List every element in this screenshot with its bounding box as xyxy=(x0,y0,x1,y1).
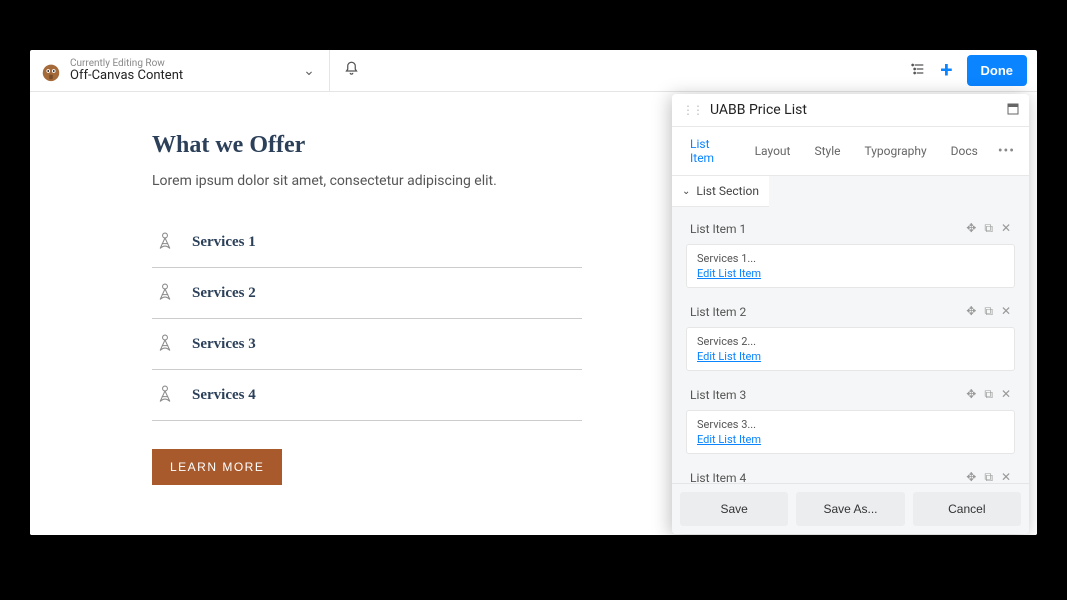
move-icon[interactable]: ✥ xyxy=(966,221,976,236)
edit-list-item-link[interactable]: Edit List Item xyxy=(697,350,1004,363)
window-icon[interactable] xyxy=(1007,103,1019,118)
yoga-icon xyxy=(152,280,178,306)
close-icon[interactable]: ✕ xyxy=(1001,387,1011,402)
close-icon[interactable]: ✕ xyxy=(1001,221,1011,236)
list-item-desc: Services 2... xyxy=(697,335,756,348)
list-item-desc: Services 3... xyxy=(697,418,756,431)
duplicate-icon[interactable]: ⧉ xyxy=(984,387,993,402)
section-label: List Section xyxy=(696,184,759,198)
tab-layout[interactable]: Layout xyxy=(743,134,803,168)
list-item: List Item 3 ✥ ⧉ ✕ Services 3... Edit Lis… xyxy=(680,379,1021,454)
list-item-card: Services 3... Edit List Item xyxy=(686,410,1015,454)
service-label: Services 3 xyxy=(192,336,256,353)
yoga-icon xyxy=(152,382,178,408)
tab-style[interactable]: Style xyxy=(802,134,852,168)
tab-typography[interactable]: Typography xyxy=(853,134,939,168)
tab-list-item[interactable]: List Item xyxy=(678,127,743,175)
service-row[interactable]: Services 2 xyxy=(152,268,582,319)
divider xyxy=(329,50,330,92)
add-icon[interactable]: + xyxy=(940,60,952,82)
drag-handle-icon[interactable]: ⋮⋮ xyxy=(682,103,702,117)
save-as-button[interactable]: Save As... xyxy=(796,492,904,526)
panel-tabs: List Item Layout Style Typography Docs •… xyxy=(672,127,1029,176)
topbar-titles: Currently Editing Row Off-Canvas Content xyxy=(70,58,183,83)
service-label: Services 1 xyxy=(192,234,256,251)
service-label: Services 2 xyxy=(192,285,256,302)
app-window: Currently Editing Row Off-Canvas Content… xyxy=(30,50,1037,535)
done-button[interactable]: Done xyxy=(967,55,1028,86)
list-item-card: Services 2... Edit List Item xyxy=(686,327,1015,371)
section-toggle[interactable]: ⌄ List Section xyxy=(672,176,769,207)
list-item-title: List Item 1 xyxy=(690,222,966,236)
save-button[interactable]: Save xyxy=(680,492,788,526)
service-row[interactable]: Services 4 xyxy=(152,370,582,421)
duplicate-icon[interactable]: ⧉ xyxy=(984,470,993,483)
service-row[interactable]: Services 1 xyxy=(152,217,582,268)
beaver-logo-icon xyxy=(40,60,62,82)
panel-body: List Item 1 ✥ ⧉ ✕ Services 1... Edit Lis… xyxy=(672,207,1029,483)
chevron-down-icon: ⌄ xyxy=(682,186,690,197)
services-list: Services 1 Services 2 Services 3 Service… xyxy=(152,217,582,421)
edit-list-item-link[interactable]: Edit List Item xyxy=(697,433,1004,446)
service-row[interactable]: Services 3 xyxy=(152,319,582,370)
list-item-card: Services 1... Edit List Item xyxy=(686,244,1015,288)
panel-title: UABB Price List xyxy=(710,102,1007,118)
bell-icon[interactable] xyxy=(344,61,359,80)
list-item: List Item 1 ✥ ⧉ ✕ Services 1... Edit Lis… xyxy=(680,213,1021,288)
move-icon[interactable]: ✥ xyxy=(966,304,976,319)
list-item-title: List Item 3 xyxy=(690,388,966,402)
settings-panel: ⋮⋮ UABB Price List List Item Layout Styl… xyxy=(672,94,1029,534)
move-icon[interactable]: ✥ xyxy=(966,470,976,483)
service-label: Services 4 xyxy=(192,387,256,404)
list-item-title: List Item 2 xyxy=(690,305,966,319)
panel-header: ⋮⋮ UABB Price List xyxy=(672,94,1029,127)
learn-more-button[interactable]: LEARN MORE xyxy=(152,449,282,485)
yoga-icon xyxy=(152,229,178,255)
panel-footer: Save Save As... Cancel xyxy=(672,483,1029,534)
edit-list-item-link[interactable]: Edit List Item xyxy=(697,267,1004,280)
close-icon[interactable]: ✕ xyxy=(1001,304,1011,319)
close-icon[interactable]: ✕ xyxy=(1001,470,1011,483)
list-item-title: List Item 4 xyxy=(690,471,966,484)
list-item: List Item 2 ✥ ⧉ ✕ Services 2... Edit Lis… xyxy=(680,296,1021,371)
page-title: Off-Canvas Content xyxy=(70,69,183,83)
move-icon[interactable]: ✥ xyxy=(966,387,976,402)
list-item: List Item 4 ✥ ⧉ ✕ Services 4... Edit Lis… xyxy=(680,462,1021,483)
chevron-down-icon[interactable]: ⌄ xyxy=(303,63,315,79)
more-tabs-icon[interactable]: ••• xyxy=(990,133,1023,169)
duplicate-icon[interactable]: ⧉ xyxy=(984,221,993,236)
outline-icon[interactable] xyxy=(910,61,926,81)
duplicate-icon[interactable]: ⧉ xyxy=(984,304,993,319)
cancel-button[interactable]: Cancel xyxy=(913,492,1021,526)
yoga-icon xyxy=(152,331,178,357)
selection-corner-icon xyxy=(672,524,682,534)
topbar: Currently Editing Row Off-Canvas Content… xyxy=(30,50,1037,92)
tab-docs[interactable]: Docs xyxy=(939,134,990,168)
list-item-desc: Services 1... xyxy=(697,252,756,265)
